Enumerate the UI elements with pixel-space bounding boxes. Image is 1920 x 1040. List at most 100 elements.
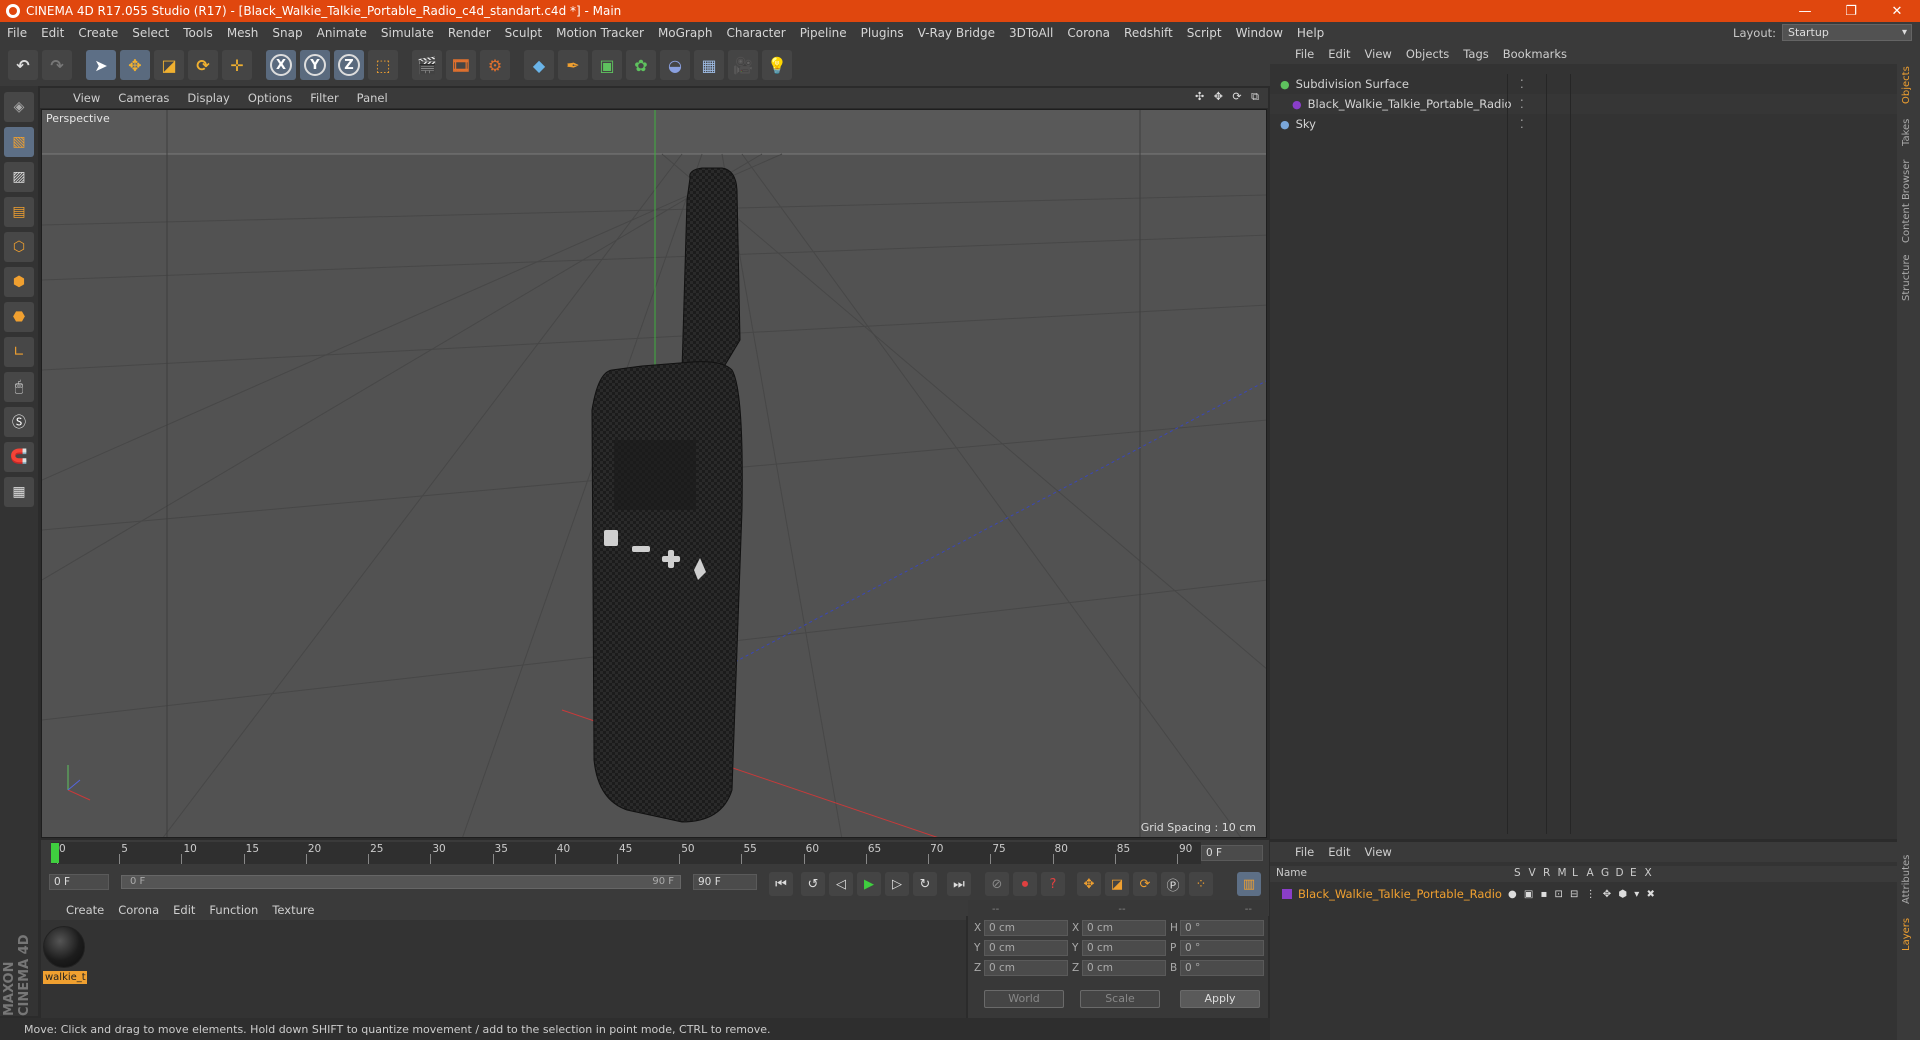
scale-dropdown[interactable]: Scale [1080,990,1160,1008]
object-row[interactable]: ● Black_Walkie_Talkie_Portable_Radio ⁚ [1270,94,1897,114]
array-icon[interactable]: ✿ [626,50,656,80]
tab-content-browser[interactable]: Content Browser [1901,148,1916,243]
viewport-menu-view[interactable]: View [64,91,109,105]
floor-grid-icon[interactable]: ▦ [694,50,724,80]
key-pla-icon[interactable]: ⁘ [1189,872,1213,896]
texture-mode-icon[interactable]: ▧ [4,127,34,157]
menu-snap[interactable]: Snap [265,22,309,44]
object-row[interactable]: ● Sky ⁚ [1270,114,1897,134]
prev-keyframe-icon[interactable]: ↺ [801,872,825,896]
layers-menu-view[interactable]: View [1358,845,1399,859]
record-keyframe-icon[interactable]: ⏺ [1013,872,1037,896]
coord-position-field[interactable]: 0 cm [984,960,1068,976]
edges-mode-icon[interactable]: ⬡ [4,232,34,262]
coord-position-field[interactable]: 0 cm [984,920,1068,936]
coord-rotation-field[interactable]: 0 ° [1180,940,1264,956]
render-settings-icon[interactable]: ⚙ [480,50,510,80]
menu-window[interactable]: Window [1229,22,1290,44]
snap-grid-icon[interactable]: 🧲 [4,442,34,472]
light-icon[interactable]: 💡 [762,50,792,80]
viewport-menu-display[interactable]: Display [178,91,238,105]
render-picture-queue-icon[interactable]: 🎞 [446,50,476,80]
viewport-menu-options[interactable]: Options [239,91,301,105]
pen-spline-icon[interactable]: ✒ [558,50,588,80]
camera-icon[interactable]: 🎥 [728,50,758,80]
tweak-mode-icon[interactable]: ∟ [4,337,34,367]
objects-menu-view[interactable]: View [1358,47,1399,61]
undo-icon[interactable]: ↶ [8,50,38,80]
objects-menu-bookmarks[interactable]: Bookmarks [1496,47,1574,61]
axis-mode-icon[interactable]: ⬣ [4,302,34,332]
scale-icon[interactable]: ◪ [154,50,184,80]
render-view-icon[interactable]: 🎬 [412,50,442,80]
redo-icon[interactable]: ↷ [42,50,72,80]
maximize-button[interactable]: ❐ [1828,0,1874,22]
coord-rotation-field[interactable]: 0 ° [1180,920,1264,936]
goto-start-icon[interactable]: ⏮ [769,872,793,896]
menu-render[interactable]: Render [441,22,498,44]
workplane-icon[interactable]: ▨ [4,162,34,192]
range-slider[interactable]: 0 F 90 F [121,875,681,889]
deformer-icon[interactable]: ◒ [660,50,690,80]
visibility-dots-icon[interactable]: ⁚ [1520,77,1524,91]
menu-plugins[interactable]: Plugins [854,22,911,44]
tab-takes[interactable]: Takes [1901,106,1916,146]
menu-3dtoall[interactable]: 3DToAll [1002,22,1060,44]
coord-rotation-field[interactable]: 0 ° [1180,960,1264,976]
subdivision-icon[interactable]: ▣ [592,50,622,80]
menu-file[interactable]: File [0,22,34,44]
world-dropdown[interactable]: World [984,990,1064,1008]
layer-row[interactable]: Black_Walkie_Talkie_Portable_Radio ● ▣ ▪ … [1270,884,1897,904]
play-icon[interactable]: ▶ [857,872,881,896]
close-button[interactable]: ✕ [1874,0,1920,22]
y-axis-icon[interactable]: Y [300,50,330,80]
menu-redshift[interactable]: Redshift [1117,22,1180,44]
menu-simulate[interactable]: Simulate [374,22,441,44]
goto-end-icon[interactable]: ⏭ [947,872,971,896]
objects-menu-edit[interactable]: Edit [1321,47,1357,61]
menu-motion-tracker[interactable]: Motion Tracker [549,22,651,44]
coord-size-field[interactable]: 0 cm [1082,940,1166,956]
viewport-menu-filter[interactable]: Filter [301,91,347,105]
world-coords-icon[interactable]: ⬚ [368,50,398,80]
material-menu-function[interactable]: Function [202,903,265,917]
tab-objects[interactable]: Objects [1901,54,1916,104]
timeline-ruler[interactable]: 0 5 10 15 20 25 30 35 40 45 50 55 60 65 70 75 80 85 90 [51,842,1201,864]
rotate-icon[interactable]: ⟳ [188,50,218,80]
menu-animate[interactable]: Animate [310,22,374,44]
cube-icon[interactable]: ◆ [524,50,554,80]
snap-lock-icon[interactable]: ▦ [4,477,34,507]
coord-position-field[interactable]: 0 cm [984,940,1068,956]
x-axis-icon[interactable]: X [266,50,296,80]
material-menu-edit[interactable]: Edit [166,903,202,917]
solo-icon[interactable]: 🖱 [4,372,34,402]
layer-toggle-icons[interactable]: ● ▣ ▪ ⊡ ⊟ ⋮ ✥ ⬢ ▾ ✖ [1508,889,1657,900]
apply-button[interactable]: Apply [1180,990,1260,1008]
objects-menu-objects[interactable]: Objects [1399,47,1456,61]
visibility-dots-icon[interactable]: ⁚ [1520,117,1524,131]
select-arrow-icon[interactable]: ➤ [86,50,116,80]
key-param-icon[interactable]: Ⓟ [1161,872,1185,896]
menu-select[interactable]: Select [125,22,176,44]
layers-menu-edit[interactable]: Edit [1321,845,1357,859]
timeline-window-icon[interactable]: ▥ [1237,872,1261,896]
menu-pipeline[interactable]: Pipeline [793,22,854,44]
prev-frame-icon[interactable]: ◁ [829,872,853,896]
coord-size-field[interactable]: 0 cm [1082,960,1166,976]
magnet-icon[interactable]: Ⓢ [4,407,34,437]
next-keyframe-icon[interactable]: ↻ [913,872,937,896]
next-frame-icon[interactable]: ▷ [885,872,909,896]
coord-size-field[interactable]: 0 cm [1082,920,1166,936]
material-menu-create[interactable]: Create [59,903,111,917]
z-axis-icon[interactable]: Z [334,50,364,80]
tab-structure[interactable]: Structure [1901,246,1916,301]
menu-script[interactable]: Script [1180,22,1229,44]
material-item[interactable]: walkie_t [43,926,87,988]
move-plus-icon[interactable]: ✛ [222,50,252,80]
current-frame-field[interactable]: 0 F [1201,845,1263,861]
visibility-dots-icon[interactable]: ⁚ [1520,97,1524,111]
model-mode-icon[interactable]: ◈ [4,92,34,122]
viewport-nav-icons[interactable]: ✣ ✥ ⟳ ⧉ [1195,90,1262,104]
tab-layers[interactable]: Layers [1901,906,1916,951]
menu-mograph[interactable]: MoGraph [651,22,720,44]
